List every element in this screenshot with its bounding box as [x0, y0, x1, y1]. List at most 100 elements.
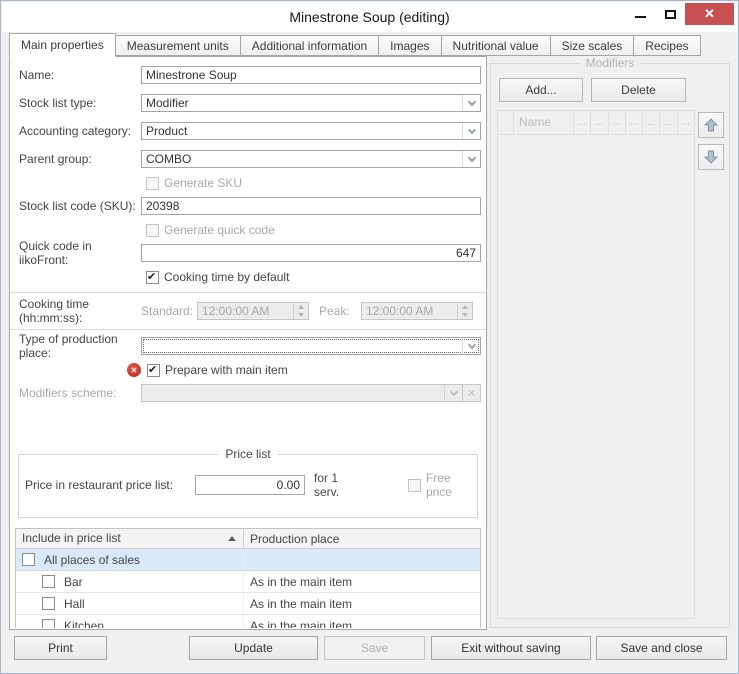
stock-list-type-row: Stock list type: Modifier	[15, 94, 481, 112]
column-blank	[498, 111, 514, 134]
table-row[interactable]: Kitchen As in the main item	[16, 615, 480, 628]
generate-sku-label: Generate SKU	[164, 176, 242, 190]
cooking-time-default-label: Cooking time by default	[164, 270, 289, 284]
column-name: Name	[514, 111, 574, 134]
cooking-time-standard-value: 12:00:00 AM	[198, 303, 293, 319]
generate-sku-row: Generate SKU	[146, 176, 481, 190]
close-button[interactable]: ✕	[685, 3, 734, 25]
column-dots: ...	[591, 111, 608, 134]
place-name: Bar	[64, 575, 83, 589]
modifiers-group: Modifiers Add... Delete Name ... ... ...…	[490, 63, 730, 628]
column-dots: ...	[660, 111, 677, 134]
title-bar: Minestrone Soup (editing) ✕	[2, 2, 737, 32]
prepare-with-main-checkbox[interactable]	[147, 364, 160, 377]
save-button: Save	[324, 636, 425, 660]
price-list-group-title: Price list	[218, 447, 277, 461]
tab-page-content: Name: Minestrone Soup Stock list type: M…	[9, 56, 732, 630]
row-checkbox[interactable]	[42, 597, 55, 610]
chevron-down-icon[interactable]	[462, 338, 480, 354]
row-checkbox[interactable]	[22, 553, 35, 566]
free-price-label: Free price	[426, 471, 471, 499]
column-dots: ...	[574, 111, 591, 134]
main-properties-panel: Name: Minestrone Soup Stock list type: M…	[9, 56, 487, 630]
arrow-up-icon	[703, 117, 719, 133]
production-place-value: As in the main item	[244, 597, 480, 611]
production-place-type-label: Type of production place:	[15, 332, 141, 360]
tab-images[interactable]: Images	[378, 35, 441, 56]
main-properties-form: Name: Minestrone Soup Stock list type: M…	[10, 58, 486, 628]
price-input[interactable]: 0.00	[195, 475, 305, 495]
minimize-button[interactable]	[625, 3, 655, 25]
spinner-icon	[293, 303, 308, 319]
table-row[interactable]: All places of sales	[16, 549, 480, 571]
table-row[interactable]: Bar As in the main item	[16, 571, 480, 593]
place-name: All places of sales	[44, 553, 140, 567]
tab-additional-information[interactable]: Additional information	[240, 35, 379, 56]
footer-bar: Print Update Save Exit without saving Sa…	[1, 630, 738, 672]
stock-list-type-select[interactable]: Modifier	[141, 94, 481, 112]
per-serving-label: for 1 serv.	[314, 471, 360, 499]
accounting-category-select[interactable]: Product	[141, 122, 481, 140]
chevron-down-icon	[444, 385, 462, 401]
name-row: Name: Minestrone Soup	[15, 66, 481, 84]
arrow-down-icon	[703, 149, 719, 165]
row-checkbox[interactable]	[42, 619, 55, 628]
parent-group-label: Parent group:	[15, 152, 141, 166]
update-button[interactable]: Update	[189, 636, 318, 660]
chevron-down-icon[interactable]	[462, 123, 480, 139]
maximize-button[interactable]	[655, 3, 685, 25]
delete-modifier-button[interactable]: Delete	[591, 78, 686, 102]
chevron-down-icon[interactable]	[462, 95, 480, 111]
name-input[interactable]: Minestrone Soup	[141, 66, 481, 84]
prepare-with-main-label: Prepare with main item	[165, 363, 288, 377]
minimize-icon	[635, 16, 646, 18]
tab-nutritional-value[interactable]: Nutritional value	[441, 35, 551, 56]
chevron-down-icon[interactable]	[462, 151, 480, 167]
price-list-places-table: Include in price list Production place A…	[15, 528, 481, 628]
quick-code-input[interactable]: 647	[141, 244, 481, 262]
free-price-checkbox	[408, 479, 421, 492]
row-checkbox[interactable]	[42, 575, 55, 588]
clear-scheme-button: ✕	[463, 384, 481, 402]
cooking-time-peak-value: 12:00:00 AM	[362, 303, 457, 319]
sku-input[interactable]: 20398	[141, 197, 481, 215]
tab-main-properties[interactable]: Main properties	[9, 33, 116, 57]
modifiers-scheme-row: Modifiers scheme: ✕	[15, 384, 481, 402]
cooking-time-label: Cooking time (hh:mm:ss):	[15, 297, 141, 325]
production-place-type-select[interactable]	[141, 337, 481, 355]
save-and-close-button[interactable]: Save and close	[596, 636, 727, 660]
table-row[interactable]: Hall As in the main item	[16, 593, 480, 615]
sort-asc-icon	[228, 536, 236, 541]
print-button[interactable]: Print	[14, 636, 107, 660]
error-icon: ✕	[127, 363, 141, 377]
modifiers-table: Name ... ... ... ... ... ... ...	[497, 110, 695, 619]
cooking-time-strip: Cooking time (hh:mm:ss): Standard: 12:00…	[10, 292, 486, 330]
tab-size-scales[interactable]: Size scales	[550, 35, 635, 56]
sku-label: Stock list code (SKU):	[15, 199, 141, 213]
production-place-value: As in the main item	[244, 575, 480, 589]
cooking-time-default-row: Cooking time by default	[146, 270, 481, 284]
stock-list-type-label: Stock list type:	[15, 96, 141, 110]
tab-recipes[interactable]: Recipes	[633, 35, 700, 56]
spinner-icon	[457, 303, 472, 319]
window-controls: ✕	[625, 3, 734, 25]
column-dots: ...	[626, 111, 643, 134]
prepare-with-main-row: ✕ Prepare with main item	[127, 363, 481, 377]
stock-list-type-value: Modifier	[146, 96, 189, 110]
exit-without-saving-button[interactable]: Exit without saving	[431, 636, 591, 660]
production-place-type-row: Type of production place:	[15, 337, 481, 355]
generate-sku-checkbox	[146, 177, 159, 190]
add-modifier-button[interactable]: Add...	[499, 78, 583, 102]
move-down-button[interactable]	[698, 144, 724, 170]
move-up-button[interactable]	[698, 112, 724, 138]
dialog-window: Minestrone Soup (editing) ✕ Main propert…	[0, 0, 739, 674]
quick-code-row: Quick code in iikoFront: 647	[15, 244, 481, 262]
column-include-in-price-list[interactable]: Include in price list	[16, 529, 244, 548]
sku-row: Stock list code (SKU): 20398	[15, 197, 481, 215]
tab-measurement-units[interactable]: Measurement units	[115, 35, 241, 56]
cooking-time-default-checkbox[interactable]	[146, 271, 159, 284]
cooking-time-standard-label: Standard:	[141, 304, 197, 318]
column-production-place[interactable]: Production place	[244, 532, 480, 546]
parent-group-select[interactable]: COMBO	[141, 150, 481, 168]
modifiers-scheme-select	[141, 384, 463, 402]
